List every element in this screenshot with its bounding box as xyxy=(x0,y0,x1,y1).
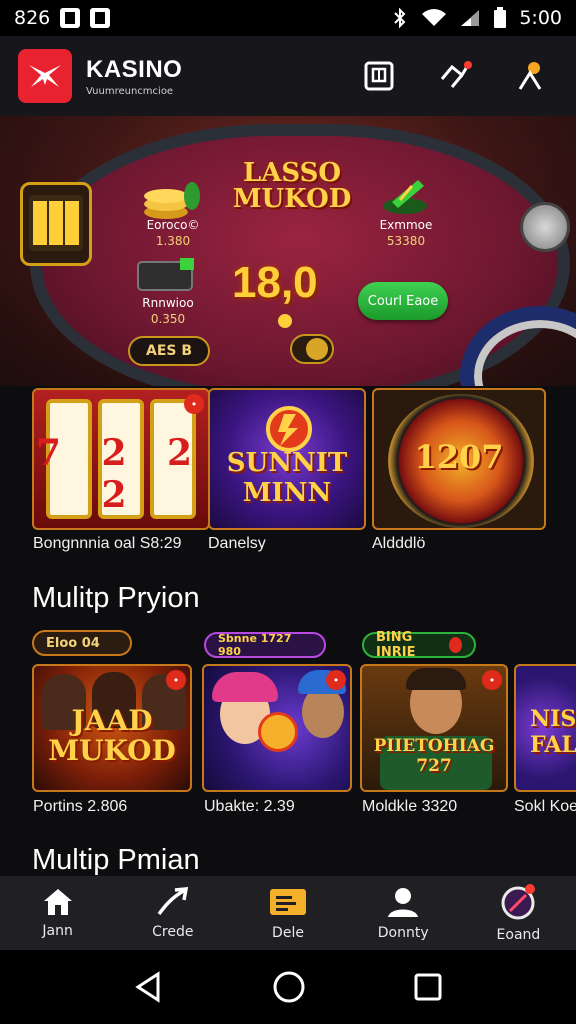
nav-item-crede[interactable]: Crede xyxy=(115,876,230,950)
nav-label: Donnty xyxy=(377,925,429,941)
status-time-right: 5:00 xyxy=(519,7,562,29)
nav-item-eoand[interactable]: Eoand xyxy=(461,876,576,950)
jackpot-amount: 18,0 xyxy=(232,258,318,307)
chip-label: BING INRIE xyxy=(376,630,416,660)
featured-game-roulette[interactable]: 1207 xyxy=(372,388,546,530)
featured-game-art: 1207 xyxy=(414,438,504,476)
filter-chip[interactable]: BING INRIE xyxy=(362,630,476,660)
badge-icon: • xyxy=(482,670,502,690)
app-tagline: Vuumreuncmcioe xyxy=(86,85,174,97)
signal-icon xyxy=(461,10,480,26)
nav-label: Jann xyxy=(42,923,73,939)
cash-icon xyxy=(137,258,194,291)
hero-stat-label: Rnnwioo xyxy=(142,296,194,310)
hero-stat-label: Eoroco© xyxy=(146,218,200,232)
badge-icon: • xyxy=(184,394,204,414)
game-label: Ubakte: 2.39 xyxy=(204,798,295,815)
logo-icon xyxy=(29,65,61,87)
nav-label: Crede xyxy=(152,924,194,940)
app-header: KASINO Vuumreuncmcioe xyxy=(0,36,576,116)
nav-item-dele[interactable]: Dele xyxy=(230,876,345,950)
share-button[interactable] xyxy=(438,59,472,93)
section-title: Mulitp Pryion xyxy=(32,582,200,614)
hero-banner[interactable]: Eoroco© 1.380 LASSO MUKOD Exmmoe 53380 R… xyxy=(0,116,576,386)
chip-label: Sbnne 1727 980 xyxy=(218,632,292,658)
featured-game-slots[interactable]: 7 2 2 2 • xyxy=(32,388,210,530)
game-label: Moldkle 3320 xyxy=(362,798,458,815)
nav-label: Eoand xyxy=(496,927,541,943)
featured-game-sunnit[interactable]: SUNNIT MINN xyxy=(208,388,366,530)
status-time-left: 826 xyxy=(14,7,51,29)
profile-button[interactable] xyxy=(514,59,548,93)
filter-chip[interactable]: Eloo 04 xyxy=(32,630,132,656)
section-title: Multip Pmian xyxy=(32,844,200,876)
nav-item-donnty[interactable]: Donnty xyxy=(346,876,461,950)
chip-label: Eloo 04 xyxy=(46,635,100,651)
coin-toggle-button[interactable] xyxy=(290,334,334,364)
prize-icon xyxy=(501,884,536,920)
badge-icon: • xyxy=(326,670,346,690)
game-tile[interactable]: PIIETOHIAG 727 • xyxy=(360,664,508,792)
hero-cta-button[interactable]: Courl Eaoe xyxy=(358,282,448,320)
home-icon xyxy=(43,889,72,915)
notification-icon xyxy=(90,8,111,28)
game-title: PIIETOHIAG 727 xyxy=(373,736,495,776)
featured-label: Bongnnnia oal S8:29 xyxy=(33,535,182,552)
hero-stat-value: 1.380 xyxy=(155,234,191,248)
game-tile[interactable]: JAAD MUKOD • xyxy=(32,664,192,792)
app-title: KASINO xyxy=(86,55,183,83)
back-icon[interactable] xyxy=(132,970,166,1004)
game-label: Portins 2.806 xyxy=(33,798,128,815)
app-logo[interactable] xyxy=(18,49,72,103)
featured-label: Danelsy xyxy=(208,535,266,552)
bottom-navigation: Jann Crede Dele Donnty Eoand xyxy=(0,876,576,950)
system-navigation-bar xyxy=(0,950,576,1024)
slot-machine-icon[interactable] xyxy=(20,182,92,266)
battery-icon xyxy=(494,7,507,28)
coins-icon xyxy=(144,182,200,219)
featured-game-art: SUNNIT MINN xyxy=(226,448,348,508)
chips-icon xyxy=(383,180,427,214)
arrow-icon xyxy=(157,887,188,916)
status-bar: 826 5:00 xyxy=(0,0,576,36)
coin-icon xyxy=(306,338,328,360)
home-circle-icon[interactable] xyxy=(271,969,307,1005)
featured-game-art: 7 2 2 2 xyxy=(35,432,207,516)
game-tile[interactable]: • xyxy=(202,664,352,792)
ticket-icon xyxy=(364,61,394,91)
hero-stat-value: 53380 xyxy=(386,234,426,248)
wifi-icon xyxy=(422,9,447,26)
ticket-button[interactable] xyxy=(362,59,396,93)
game-label: Sokl Koe xyxy=(514,798,576,815)
game-title: JAAD MUKOD xyxy=(48,704,176,767)
hero-stat-value: 0.350 xyxy=(150,312,186,326)
hero-title: LASSO MUKOD xyxy=(232,158,352,214)
bluetooth-icon xyxy=(394,8,406,28)
badge-icon: • xyxy=(166,670,186,690)
user-icon xyxy=(388,888,419,917)
ticket-icon xyxy=(270,889,306,915)
game-title: NIS FALL xyxy=(530,706,576,758)
badge-icon xyxy=(449,637,462,653)
game-tile[interactable]: NIS FALL xyxy=(514,664,576,792)
coin-icon xyxy=(278,314,292,328)
profile-icon xyxy=(518,62,542,90)
hero-round-button[interactable] xyxy=(520,202,570,252)
nav-label: Dele xyxy=(272,925,304,941)
nav-item-home[interactable]: Jann xyxy=(0,876,115,950)
hero-pill-button[interactable]: AES B xyxy=(128,336,210,366)
notification-icon xyxy=(60,8,81,28)
lightning-icon xyxy=(266,406,312,452)
hero-stat-label: Exmmoe xyxy=(379,218,433,232)
notification-dot xyxy=(464,61,472,69)
recents-icon[interactable] xyxy=(412,971,444,1003)
featured-label: Aldddlö xyxy=(372,535,426,552)
filter-chip[interactable]: Sbnne 1727 980 xyxy=(204,632,326,658)
